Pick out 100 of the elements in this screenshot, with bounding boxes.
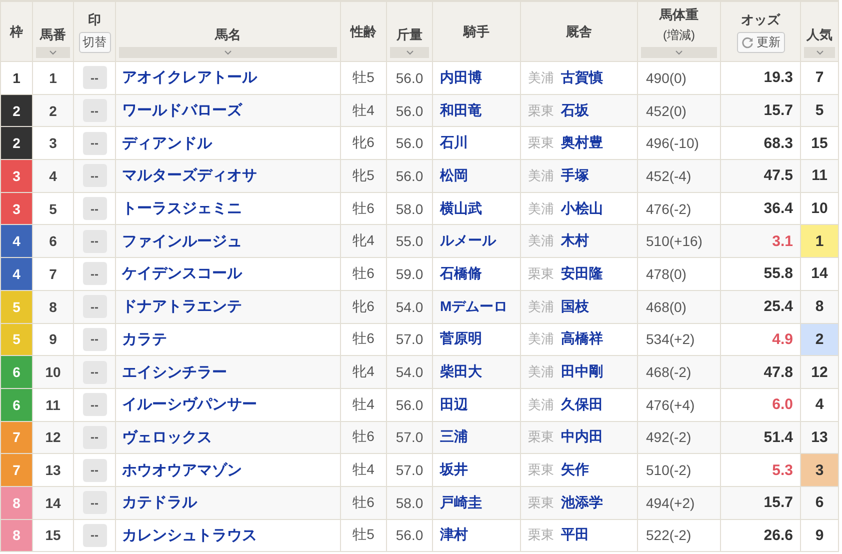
- trainer-link[interactable]: 高橋祥: [561, 330, 603, 348]
- trainer-link[interactable]: 奥村豊: [561, 134, 603, 152]
- jockey-link[interactable]: 津村: [440, 526, 468, 544]
- frame-cell: 5: [1, 324, 33, 356]
- frame-cell: 5: [1, 290, 33, 324]
- stable-region: 美浦: [528, 200, 554, 218]
- stable-region: 美浦: [528, 68, 554, 87]
- horse-name-link[interactable]: カレンシュトラウス: [122, 526, 257, 545]
- column-subheader: (増減): [663, 27, 695, 44]
- jockey-link[interactable]: 横山武: [440, 200, 482, 218]
- mark-button[interactable]: --: [82, 262, 106, 286]
- horse-name-link[interactable]: カテドラル: [122, 493, 197, 512]
- jockey-link[interactable]: 菅原明: [440, 330, 482, 348]
- frame-cell: 3: [1, 160, 33, 193]
- mark-button[interactable]: --: [82, 393, 106, 416]
- column-header: 馬体重: [660, 6, 698, 24]
- horse-name-link[interactable]: トーラスジェミニ: [122, 199, 242, 218]
- frame-cell: 7: [1, 454, 33, 487]
- horse-name-link[interactable]: カラテ: [122, 330, 167, 349]
- mark-button[interactable]: --: [82, 164, 106, 188]
- frame-cell: 6: [1, 356, 33, 389]
- mark-button[interactable]: --: [82, 524, 106, 547]
- weight-carried: 56.0: [387, 160, 433, 193]
- trainer-link[interactable]: 石坂: [561, 102, 589, 120]
- body-weight: 522(-2): [638, 520, 721, 552]
- frame-cell: 4: [1, 225, 33, 258]
- sort-button[interactable]: [119, 47, 337, 58]
- sort-button[interactable]: [641, 47, 717, 58]
- horse-name-link[interactable]: ディアンドル: [122, 134, 212, 153]
- mark-button[interactable]: --: [82, 295, 106, 318]
- horse-name-link[interactable]: ケイデンスコール: [122, 264, 242, 284]
- mark-button[interactable]: --: [82, 230, 106, 253]
- trainer-link[interactable]: 木村: [561, 232, 589, 250]
- horse-name-link[interactable]: アオイクレアトール: [122, 68, 257, 88]
- mark-button[interactable]: --: [82, 132, 106, 155]
- horse-number: 4: [33, 160, 74, 193]
- mark-button[interactable]: --: [82, 328, 106, 351]
- mark-button[interactable]: --: [82, 360, 106, 384]
- body-weight: 510(+16): [638, 225, 721, 258]
- body-weight: 452(-4): [638, 160, 721, 193]
- weight-carried: 55.0: [387, 225, 433, 258]
- stable-region: 栗東: [528, 134, 554, 152]
- chevron-icon: [675, 50, 683, 55]
- odds: 3.1: [721, 225, 801, 258]
- stable-region: 栗東: [528, 428, 554, 446]
- horse-name-link[interactable]: イルーシヴパンサー: [122, 395, 257, 414]
- trainer-link[interactable]: 古賀慎: [561, 68, 603, 87]
- column-header: 性齢: [350, 22, 376, 40]
- trainer-link[interactable]: 安田隆: [561, 264, 603, 283]
- jockey-link[interactable]: 内田博: [440, 68, 482, 87]
- popularity: 3: [801, 454, 839, 487]
- sort-button[interactable]: [36, 47, 70, 58]
- mark-button[interactable]: --: [82, 66, 106, 90]
- mark-button[interactable]: --: [82, 458, 106, 482]
- mark-button[interactable]: --: [82, 197, 106, 220]
- mark-button[interactable]: --: [82, 99, 106, 122]
- sex-age: 牡6: [341, 486, 387, 520]
- jockey-link[interactable]: 三浦: [440, 428, 468, 446]
- column-header: 人気: [806, 26, 832, 44]
- odds: 15.7: [721, 486, 801, 520]
- frame-cell: 7: [1, 422, 33, 454]
- frame-cell: 2: [1, 94, 33, 128]
- body-weight: 468(-2): [638, 356, 721, 389]
- trainer-link[interactable]: 久保田: [561, 396, 603, 414]
- stable-region: 栗東: [528, 526, 554, 544]
- trainer-link[interactable]: 矢作: [561, 461, 589, 480]
- column-header: 印: [88, 10, 101, 28]
- stable-region: 美浦: [528, 232, 554, 250]
- trainer-link[interactable]: 池添学: [561, 494, 603, 512]
- jockey-link[interactable]: 坂井: [440, 461, 468, 480]
- horse-number: 15: [33, 520, 74, 552]
- trainer-link[interactable]: 小桧山: [561, 200, 603, 218]
- sex-age: 牝4: [341, 225, 387, 258]
- stable-region: 美浦: [528, 330, 554, 348]
- body-weight: 494(+2): [638, 486, 721, 520]
- sort-button[interactable]: [804, 47, 835, 58]
- mark-button[interactable]: --: [82, 491, 106, 514]
- trainer-link[interactable]: 中内田: [561, 428, 603, 446]
- horse-number: 2: [33, 94, 74, 128]
- trainer-link[interactable]: 国枝: [561, 298, 589, 316]
- mark-button[interactable]: --: [82, 426, 106, 449]
- toggle-button[interactable]: 切替: [78, 32, 110, 52]
- body-weight: 452(0): [638, 94, 721, 128]
- jockey-link[interactable]: 石川: [440, 134, 468, 152]
- sex-age: 牡5: [341, 520, 387, 552]
- trainer-link[interactable]: 手塚: [561, 166, 589, 185]
- odds: 25.4: [721, 290, 801, 324]
- popularity: 2: [801, 324, 839, 356]
- weight-carried: 54.0: [387, 356, 433, 389]
- jockey-link[interactable]: 田辺: [440, 396, 468, 414]
- odds: 47.8: [721, 356, 801, 389]
- jockey-link[interactable]: 石橋脩: [440, 264, 482, 283]
- jockey-link[interactable]: 松岡: [440, 166, 468, 185]
- trainer-link[interactable]: 平田: [561, 526, 589, 544]
- sex-age: 牝4: [341, 356, 387, 389]
- horse-name-link[interactable]: ホウオウアマゾン: [122, 460, 242, 480]
- sort-button[interactable]: [390, 47, 429, 58]
- trainer-link[interactable]: 田中剛: [561, 363, 603, 382]
- refresh-button[interactable]: 更新: [736, 32, 784, 52]
- body-weight: 492(-2): [638, 422, 721, 454]
